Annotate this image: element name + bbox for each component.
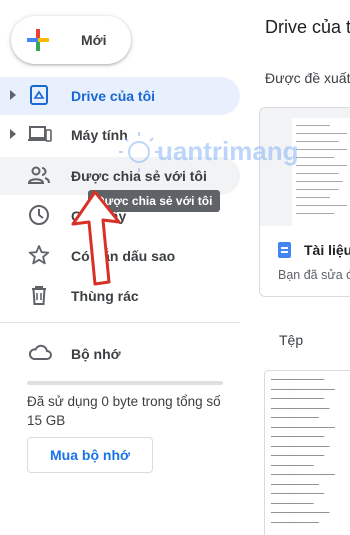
computer-icon <box>28 123 52 145</box>
doc-row: Tài liệu <box>278 242 350 258</box>
clock-icon <box>28 204 50 226</box>
buy-storage-button[interactable]: Mua bộ nhớ <box>27 437 153 473</box>
new-button[interactable]: Mới <box>11 16 131 64</box>
main-content: Drive của tôi Được đề xuất ─────────────… <box>250 0 350 535</box>
cloud-icon <box>28 342 52 364</box>
expand-arrow-icon[interactable] <box>10 129 16 139</box>
trash-icon <box>28 284 50 306</box>
divider <box>0 322 240 323</box>
sidebar-item-storage[interactable]: Bộ nhớ <box>0 335 240 373</box>
sidebar-item-label: Thùng rác <box>71 288 139 304</box>
star-icon <box>28 244 50 266</box>
files-section-label: Tệp <box>279 332 304 348</box>
doc-activity: Bạn đã sửa đổi <box>278 268 350 282</box>
storage-usage-text: Đã sử dụng 0 byte trong tổng số 15 GB <box>27 394 221 428</box>
sidebar-item-label: Bộ nhớ <box>71 346 121 362</box>
watermark-logo: uantrimang <box>119 132 299 172</box>
expand-arrow-icon[interactable] <box>10 90 16 100</box>
page-title: Drive của tôi <box>265 17 350 37</box>
watermark-text: uantrimang <box>157 136 299 166</box>
file-thumbnail[interactable]: ────────── ──────────── ────────── ────────… <box>264 370 350 535</box>
storage-progress-bar <box>27 381 223 385</box>
sidebar-item-my-drive[interactable]: Drive của tôi <box>0 77 240 115</box>
new-button-label: Mới <box>81 32 107 48</box>
drive-icon <box>28 84 50 106</box>
red-arrow-annotation <box>71 190 121 286</box>
people-icon <box>27 164 50 186</box>
docs-icon <box>278 242 291 258</box>
sidebar-item-label: Drive của tôi <box>71 88 156 104</box>
plus-icon <box>25 27 51 53</box>
doc-name: Tài liệu <box>304 242 350 258</box>
suggested-label: Được đề xuất <box>265 70 350 86</box>
